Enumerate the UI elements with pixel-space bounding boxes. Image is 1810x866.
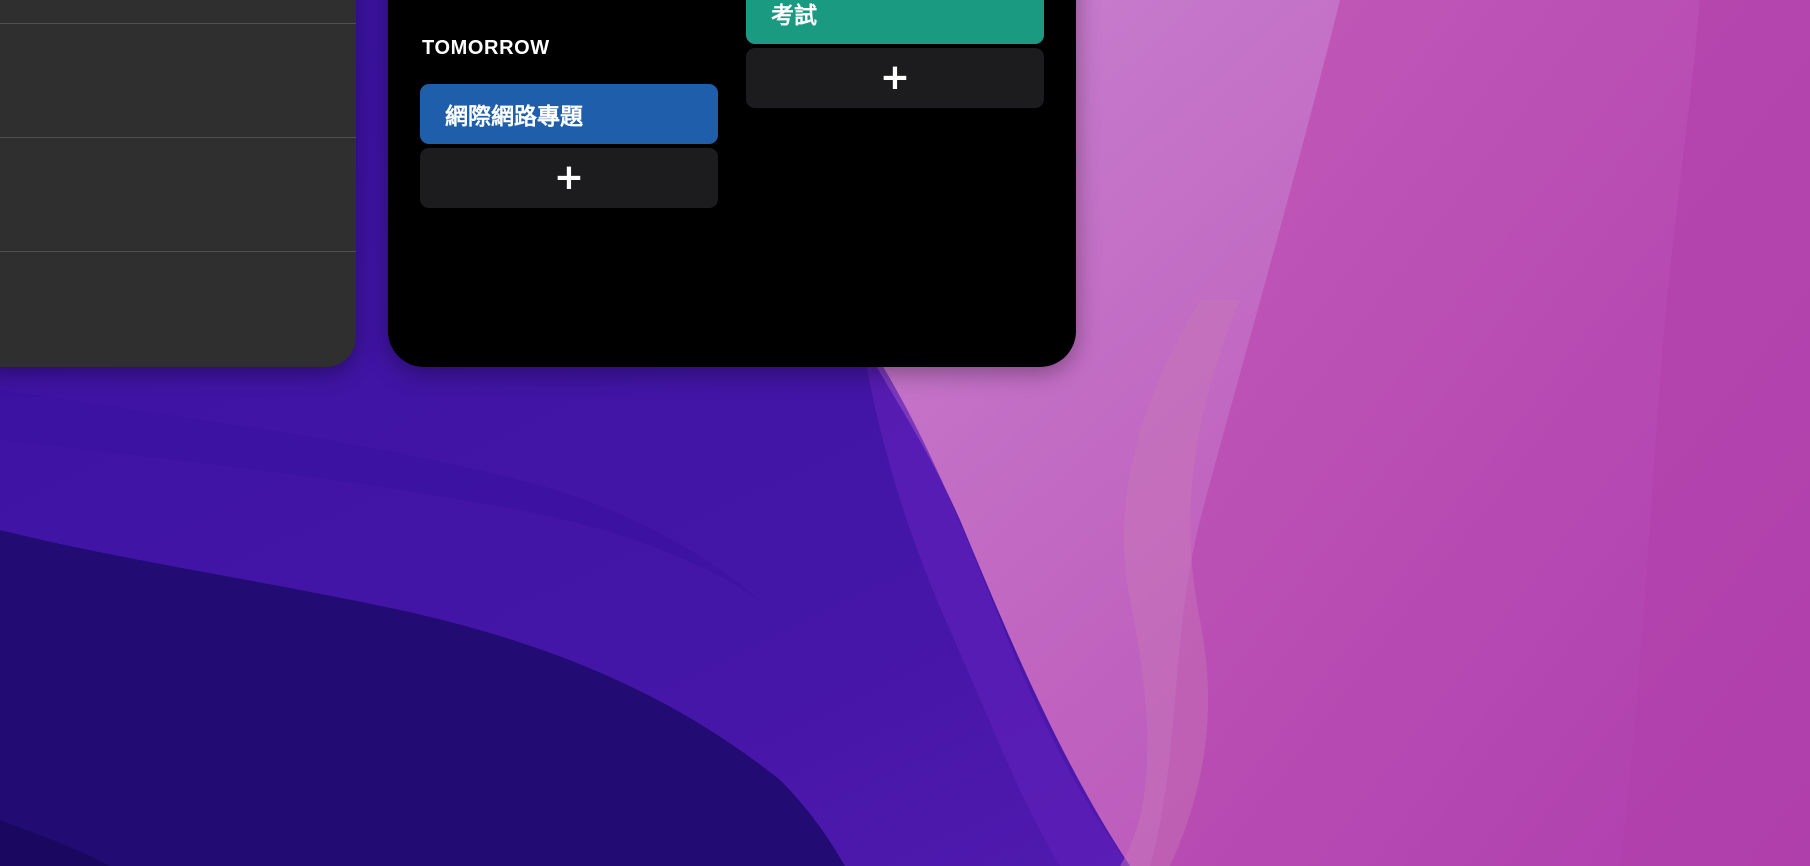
left-window [0, 0, 356, 367]
plus-icon: + [879, 57, 911, 98]
event-title: 網際網路專題 [445, 104, 583, 130]
plus-icon: + [553, 157, 585, 198]
list-divider [0, 251, 356, 252]
add-event-button[interactable]: + [746, 48, 1044, 108]
calendar-widget: 考試 + TOMORROW 網際網路專題 + [388, 0, 1076, 367]
event-card-internet-project[interactable]: 網際網路專題 [420, 84, 718, 144]
list-divider [0, 23, 356, 24]
list-divider [0, 137, 356, 138]
add-event-button[interactable]: + [420, 148, 718, 208]
desktop: 考試 + TOMORROW 網際網路專題 + [0, 0, 1810, 866]
event-title: 考試 [771, 3, 817, 29]
section-label-tomorrow: TOMORROW [422, 37, 550, 59]
event-card-exam[interactable]: 考試 [746, 0, 1044, 44]
